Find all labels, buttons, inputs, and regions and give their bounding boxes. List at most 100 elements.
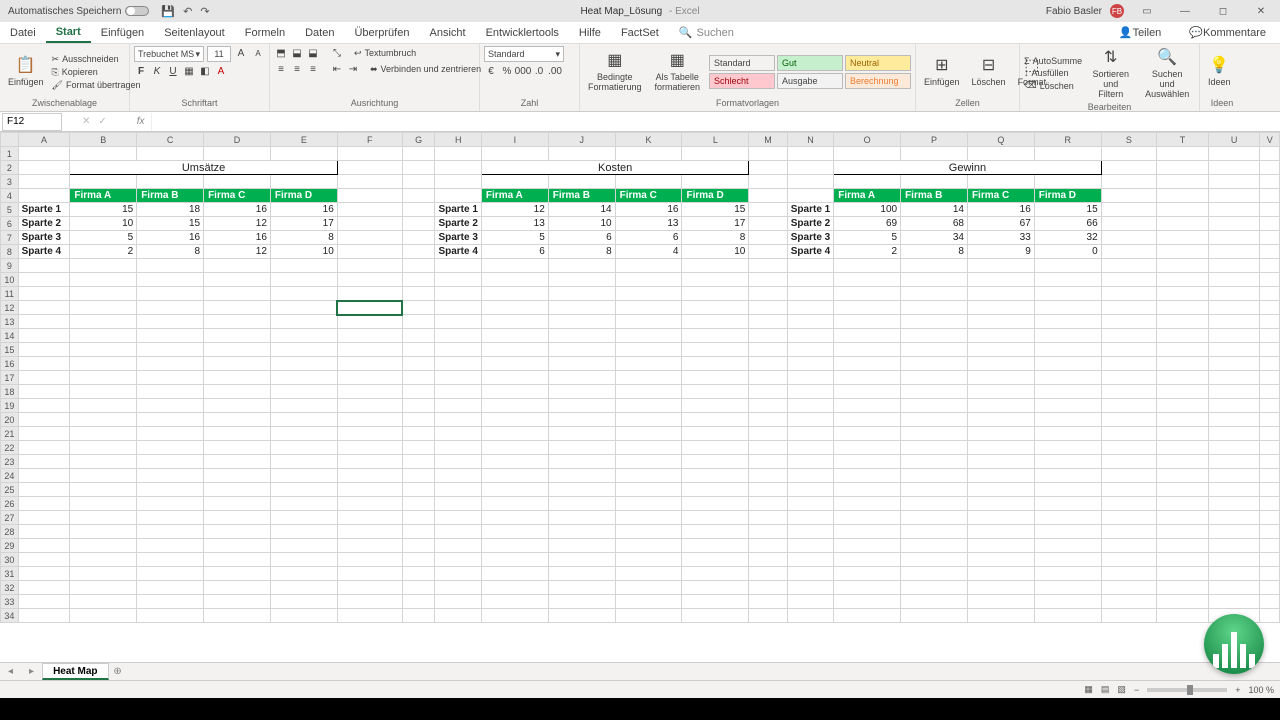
cell[interactable] xyxy=(481,357,548,371)
cell[interactable]: 5 xyxy=(481,231,548,245)
percent-icon[interactable]: % xyxy=(500,64,514,78)
comma-icon[interactable]: 000 xyxy=(516,64,530,78)
view-normal-icon[interactable]: ▦ xyxy=(1084,684,1093,695)
cell[interactable] xyxy=(749,147,787,161)
cell[interactable] xyxy=(615,357,682,371)
cell[interactable] xyxy=(1260,231,1280,245)
cell[interactable] xyxy=(402,399,435,413)
cell[interactable] xyxy=(901,371,968,385)
share-button[interactable]: 👤 Teilen xyxy=(1109,26,1171,39)
cell[interactable] xyxy=(787,609,833,623)
cell[interactable] xyxy=(18,539,70,553)
cell[interactable] xyxy=(682,273,749,287)
cell[interactable] xyxy=(402,497,435,511)
cell[interactable]: Sparte 2 xyxy=(18,217,70,231)
cell[interactable] xyxy=(548,301,615,315)
cell[interactable] xyxy=(204,357,271,371)
cell[interactable] xyxy=(137,371,204,385)
cell[interactable] xyxy=(749,441,787,455)
cell[interactable] xyxy=(70,441,137,455)
row-header[interactable]: 15 xyxy=(1,343,19,357)
cell[interactable] xyxy=(787,567,833,581)
cell[interactable] xyxy=(18,455,70,469)
cell[interactable] xyxy=(1260,399,1280,413)
cell[interactable] xyxy=(787,259,833,273)
cell[interactable] xyxy=(435,189,481,203)
cell[interactable] xyxy=(435,609,481,623)
cell[interactable]: Sparte 3 xyxy=(435,231,481,245)
row-header[interactable]: 5 xyxy=(1,203,19,217)
cell[interactable] xyxy=(435,595,481,609)
cell[interactable] xyxy=(18,357,70,371)
cell[interactable]: 9 xyxy=(967,245,1034,259)
cell[interactable] xyxy=(204,483,271,497)
sheet-tab[interactable]: Heat Map xyxy=(42,663,108,680)
cell[interactable]: Firma A xyxy=(834,189,901,203)
cell[interactable] xyxy=(834,385,901,399)
indent-left-icon[interactable]: ⇤ xyxy=(330,62,344,76)
cell[interactable] xyxy=(1208,511,1260,525)
cell[interactable] xyxy=(137,595,204,609)
cell[interactable] xyxy=(1034,581,1101,595)
cell[interactable] xyxy=(1157,329,1209,343)
cell[interactable]: 16 xyxy=(967,203,1034,217)
cell[interactable] xyxy=(1260,567,1280,581)
cell[interactable]: 67 xyxy=(967,217,1034,231)
col-header[interactable]: I xyxy=(481,133,548,147)
cell[interactable] xyxy=(1260,483,1280,497)
cell[interactable] xyxy=(749,273,787,287)
cell[interactable]: 66 xyxy=(1034,217,1101,231)
format-table-button[interactable]: ▦Als Tabelle formatieren xyxy=(650,49,705,95)
cell[interactable] xyxy=(787,189,833,203)
cell[interactable] xyxy=(402,189,435,203)
cell[interactable] xyxy=(615,413,682,427)
cell[interactable] xyxy=(337,259,402,273)
cell[interactable] xyxy=(270,455,337,469)
row-header[interactable]: 21 xyxy=(1,427,19,441)
cell[interactable] xyxy=(682,329,749,343)
cell[interactable] xyxy=(682,147,749,161)
cell[interactable] xyxy=(18,553,70,567)
align-center-icon[interactable]: ≡ xyxy=(290,62,304,76)
zoom-level[interactable]: 100 % xyxy=(1248,685,1274,695)
cell[interactable] xyxy=(204,399,271,413)
cell[interactable] xyxy=(749,357,787,371)
cell[interactable] xyxy=(337,441,402,455)
cell[interactable] xyxy=(1157,595,1209,609)
cell[interactable] xyxy=(270,175,337,189)
cell[interactable] xyxy=(548,259,615,273)
cell[interactable] xyxy=(270,469,337,483)
cell[interactable] xyxy=(967,525,1034,539)
cell[interactable] xyxy=(615,147,682,161)
cell[interactable] xyxy=(1034,441,1101,455)
cell[interactable] xyxy=(901,301,968,315)
cell[interactable] xyxy=(1157,385,1209,399)
cell[interactable]: 8 xyxy=(137,245,204,259)
cell[interactable] xyxy=(337,399,402,413)
cell[interactable] xyxy=(402,161,435,175)
cell[interactable] xyxy=(18,301,70,315)
cell[interactable] xyxy=(204,315,271,329)
cell[interactable] xyxy=(1101,581,1156,595)
cell[interactable] xyxy=(481,539,548,553)
menu-tab-seitenlayout[interactable]: Seitenlayout xyxy=(154,22,235,43)
cell[interactable] xyxy=(1260,245,1280,259)
cell[interactable] xyxy=(749,483,787,497)
cell[interactable] xyxy=(834,497,901,511)
cell[interactable] xyxy=(481,525,548,539)
minimize-icon[interactable]: — xyxy=(1170,0,1200,22)
cell[interactable] xyxy=(435,497,481,511)
cell[interactable] xyxy=(615,385,682,399)
cell[interactable] xyxy=(435,413,481,427)
cell[interactable] xyxy=(435,273,481,287)
cell[interactable] xyxy=(967,567,1034,581)
cell[interactable] xyxy=(70,539,137,553)
cell[interactable]: 8 xyxy=(270,231,337,245)
cell[interactable] xyxy=(270,483,337,497)
cell[interactable] xyxy=(70,455,137,469)
cell[interactable] xyxy=(1260,287,1280,301)
cell[interactable] xyxy=(435,371,481,385)
border-icon[interactable]: ▦ xyxy=(182,64,196,78)
cell[interactable] xyxy=(270,609,337,623)
col-header[interactable]: E xyxy=(270,133,337,147)
